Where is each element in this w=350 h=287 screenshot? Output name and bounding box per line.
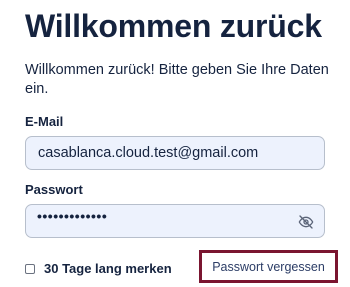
page-title: Willkommen zurück [25,8,322,44]
eye-slash-icon[interactable] [298,214,314,230]
page-subtitle: Willkommen zurück! Bitte geben Sie Ihre … [25,62,329,97]
remember-checkbox[interactable] [25,263,35,274]
forgot-password-link[interactable]: Passwort vergessen [202,260,335,274]
password-label: Passwort [25,182,83,197]
email-field[interactable]: casablanca.cloud.test@gmail.com [25,136,325,170]
email-label: E-Mail [25,114,64,129]
email-value: casablanca.cloud.test@gmail.com [38,145,259,161]
password-value: ••••••••••••• [37,208,108,224]
remember-me[interactable]: 30 Tage lang merken [25,261,172,276]
password-field[interactable]: ••••••••••••• [25,204,325,238]
forgot-password-highlight: Passwort vergessen [199,250,338,283]
remember-label: 30 Tage lang merken [44,261,172,276]
